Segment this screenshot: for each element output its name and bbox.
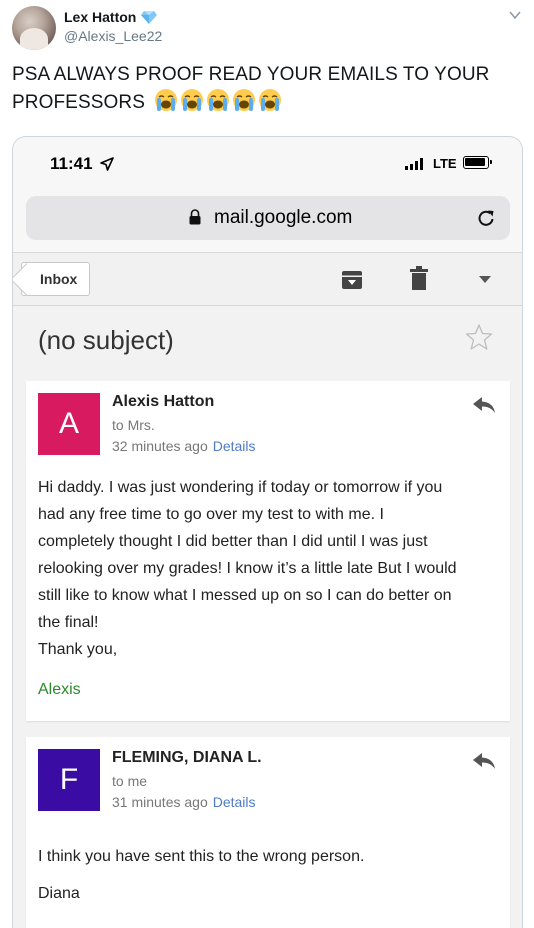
attached-screenshot[interactable]: 11:41 LTE mail.google.com Inbox (no subj… <box>12 136 523 928</box>
tweet-header: Lex Hatton @Alexis_Lee22 <box>0 0 534 52</box>
body-line: I think you have sent this to the wrong … <box>38 848 365 865</box>
body-line: still like to know what I messed up on s… <box>38 587 452 604</box>
body-line: had any free time to go over my test to … <box>38 506 384 523</box>
lock-icon <box>189 209 201 225</box>
loudly-crying-face-icon <box>233 89 256 111</box>
address-bar[interactable]: mail.google.com <box>26 196 510 240</box>
recipient-line: to me <box>112 773 148 789</box>
tweet-text: PSA ALWAYS PROOF READ YOUR EMAILS TO YOU… <box>12 62 522 116</box>
signature: Alexis <box>38 681 81 698</box>
message-time: 32 minutes ago <box>112 438 208 454</box>
carrier-label: LTE <box>433 156 457 171</box>
battery-icon <box>463 156 492 169</box>
gmail-toolbar: Inbox <box>13 254 522 306</box>
status-time: 11:41 <box>50 154 93 173</box>
caret-down-icon[interactable] <box>479 276 491 284</box>
user-handle[interactable]: @Alexis_Lee22 <box>64 28 162 44</box>
message-body: Hi daddy. I was just wondering if today … <box>38 474 498 663</box>
body-line: relooking over my grades! I know it’s a … <box>38 560 457 577</box>
body-line: Hi daddy. I was just wondering if today … <box>38 479 443 496</box>
back-to-inbox-button[interactable]: Inbox <box>21 262 91 296</box>
details-link[interactable]: Details <box>213 438 256 454</box>
status-bar: 11:41 LTE <box>13 137 522 189</box>
sender-avatar: F <box>38 749 100 811</box>
loudly-crying-face-icon <box>259 89 282 111</box>
sender-name[interactable]: FLEMING, DIANA L. <box>112 749 262 767</box>
loudly-crying-face-icon <box>155 89 178 111</box>
url-text: mail.google.com <box>214 207 353 228</box>
avatar-letter: F <box>59 763 79 796</box>
user-name-row: Lex Hatton <box>64 9 158 25</box>
archive-icon[interactable] <box>341 269 363 291</box>
reply-icon[interactable] <box>472 751 496 771</box>
email-message: A Alexis Hatton to Mrs. 32 minutes ago De… <box>26 381 510 721</box>
message-meta: 31 minutes ago Details <box>112 794 256 810</box>
message-body: I think you have sent this to the wrong … <box>38 847 498 904</box>
diamond-icon <box>141 11 158 24</box>
emoji-row <box>154 88 282 112</box>
body-line: the final! <box>38 614 99 631</box>
inbox-label: Inbox <box>40 271 78 287</box>
star-icon[interactable] <box>465 323 493 351</box>
email-message: F FLEMING, DIANA L. to me 31 minutes ago… <box>26 737 510 928</box>
sender-name[interactable]: Alexis Hatton <box>112 393 214 411</box>
message-meta: 32 minutes ago Details <box>112 438 256 454</box>
avatar-letter: A <box>58 407 79 440</box>
body-line: completely thought I did better than I d… <box>38 533 428 550</box>
sender-avatar: A <box>38 393 100 455</box>
trash-icon[interactable] <box>410 266 428 290</box>
email-subject: (no subject) <box>38 325 174 355</box>
body-line: Diana <box>38 885 80 902</box>
message-time: 31 minutes ago <box>112 794 208 810</box>
signal-bars-icon <box>405 158 423 170</box>
browser-chrome: mail.google.com <box>13 189 522 253</box>
subject-area: (no subject) <box>13 307 522 381</box>
details-link[interactable]: Details <box>213 794 256 810</box>
loudly-crying-face-icon <box>207 89 230 111</box>
chevron-down-icon[interactable] <box>508 8 522 22</box>
display-name[interactable]: Lex Hatton <box>64 9 136 25</box>
loudly-crying-face-icon <box>181 89 204 111</box>
location-arrow-icon <box>100 157 114 171</box>
reload-icon[interactable] <box>475 207 497 229</box>
reply-icon[interactable] <box>472 395 496 415</box>
recipient-line: to Mrs. <box>112 417 155 433</box>
user-avatar[interactable] <box>12 6 56 50</box>
body-line: Thank you, <box>38 641 118 658</box>
